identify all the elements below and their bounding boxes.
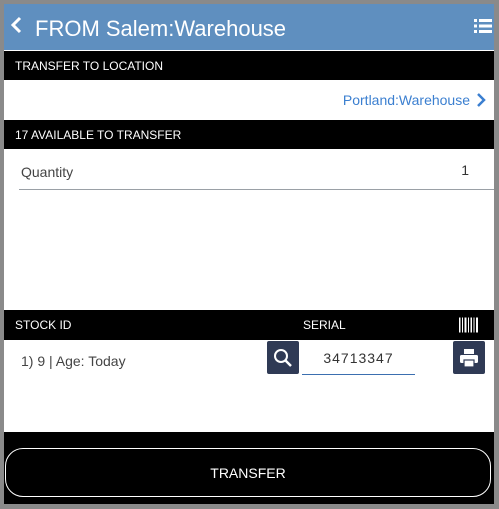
transfer-button[interactable]: TRANSFER	[5, 448, 491, 497]
app-window: FROM Salem:Warehouse TRANSFER TO LOCATIO…	[4, 4, 494, 504]
destination-location-link[interactable]: Portland:Warehouse	[343, 92, 486, 108]
quantity-underline	[19, 189, 494, 190]
printer-icon	[460, 348, 478, 367]
print-button[interactable]	[453, 341, 485, 374]
destination-location-label: Portland:Warehouse	[342, 92, 470, 108]
available-section-header: 17 AVAILABLE TO TRANSFER	[4, 120, 494, 149]
stock-table-header: STOCK ID SERIAL	[4, 310, 494, 340]
list-menu-icon[interactable]	[474, 18, 492, 34]
stock-id-cell: 1) 9 | Age: Today	[21, 353, 126, 369]
search-serial-button[interactable]	[267, 341, 299, 374]
transfer-to-section-header: TRANSFER TO LOCATION	[4, 51, 494, 80]
column-header-serial: SERIAL	[303, 318, 346, 332]
page-title: FROM Salem:Warehouse	[35, 16, 287, 41]
section-label: TRANSFER TO LOCATION	[15, 58, 164, 73]
column-header-stock-id: STOCK ID	[15, 318, 72, 332]
quantity-label: Quantity	[21, 164, 74, 180]
app-header: FROM Salem:Warehouse	[4, 4, 494, 50]
chevron-right-icon	[477, 93, 486, 107]
quantity-value[interactable]: 1	[461, 162, 469, 178]
search-icon	[274, 348, 292, 367]
quantity-row[interactable]: Quantity 1	[4, 149, 494, 209]
section-label: 17 AVAILABLE TO TRANSFER	[15, 127, 182, 142]
chevron-left-icon[interactable]	[8, 15, 24, 35]
serial-input[interactable]	[302, 342, 415, 375]
transfer-to-row: Portland:Warehouse	[4, 80, 494, 120]
barcode-icon[interactable]	[459, 317, 479, 333]
footer-bar: TRANSFER	[4, 432, 494, 504]
